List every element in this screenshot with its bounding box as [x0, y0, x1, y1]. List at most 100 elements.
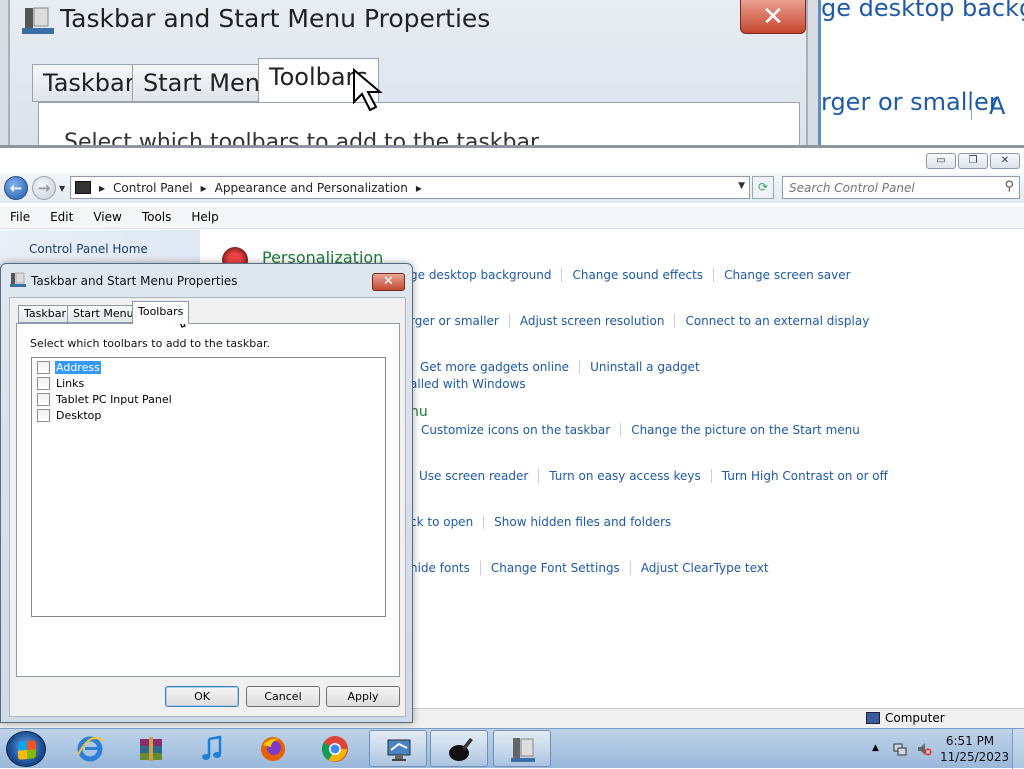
list-item[interactable]: Address [37, 359, 101, 375]
search-box: ⚲ [782, 176, 1020, 199]
taskbar: ▲ 6:51 PM 11/25/2023 [0, 728, 1024, 769]
clock-time: 6:51 PM [945, 734, 995, 748]
chevron-right-icon[interactable]: ▸ [99, 181, 105, 195]
chevron-right-icon[interactable]: ▸ [416, 181, 422, 195]
dialog-close-button[interactable]: ✕ [372, 273, 405, 291]
search-icon[interactable]: ⚲ [1004, 179, 1014, 194]
address-bar[interactable]: ▸ Control Panel ▸ Appearance and Persona… [70, 176, 750, 199]
taskbar-internet-explorer[interactable] [61, 730, 119, 767]
maximize-button[interactable]: ❐ [958, 153, 988, 169]
tab-taskbar[interactable]: Taskbar [18, 305, 72, 323]
network-icon[interactable] [892, 741, 908, 757]
address-dropdown-icon[interactable]: ▼ [738, 181, 745, 191]
taskbar-paint[interactable] [430, 730, 488, 767]
chrome-icon [321, 736, 348, 762]
taskbar-itunes[interactable] [183, 730, 241, 767]
menu-file[interactable]: File [0, 207, 40, 228]
link-desktop-background[interactable]: ge desktop background [400, 268, 563, 282]
link-sound-effects[interactable]: Change sound effects [562, 268, 715, 282]
zoom-right-content: ge desktop backgro rger or smaller A [818, 0, 1024, 145]
control-panel-home-link[interactable]: Control Panel Home [29, 242, 148, 256]
menu-edit[interactable]: Edit [40, 207, 83, 228]
link-easy-access-keys[interactable]: Turn on easy access keys [539, 469, 712, 483]
toolbars-list: Address Links Tablet PC Input Panel Desk… [31, 357, 386, 617]
taskbar-winrar[interactable] [122, 730, 180, 767]
list-item[interactable]: Links [37, 375, 85, 391]
link-cleartype[interactable]: Adjust ClearType text [631, 561, 779, 575]
breadcrumb-control-panel[interactable]: Control Panel [113, 181, 193, 195]
zoom-title: Taskbar and Start Menu Properties [60, 4, 491, 33]
link-hidden-files[interactable]: Show hidden files and folders [484, 515, 681, 529]
desktop-checkbox[interactable] [37, 408, 50, 422]
zoom-tab-taskbar: Taskbar [32, 64, 146, 102]
link-font-settings[interactable]: Change Font Settings [481, 561, 631, 575]
link-external-display[interactable]: Connect to an external display [675, 314, 879, 328]
address-checkbox[interactable] [37, 360, 50, 374]
itunes-icon [202, 735, 222, 760]
refresh-icon[interactable]: ⟳ [752, 176, 774, 199]
link-row-4: alled with Windows [400, 377, 536, 391]
minimize-button[interactable]: ▭ [926, 153, 956, 169]
link-larger-smaller[interactable]: rger or smaller [400, 314, 510, 328]
list-item[interactable]: Desktop [37, 407, 102, 423]
back-button[interactable]: ← [4, 176, 28, 200]
internet-explorer-icon [77, 736, 104, 762]
link-screen-saver[interactable]: Change screen saver [714, 268, 861, 282]
link-uninstall-gadget[interactable]: Uninstall a gadget [580, 360, 710, 374]
show-desktop-button[interactable] [1012, 729, 1024, 769]
link-row-3: Get more gadgets online Uninstall a gadg… [410, 360, 710, 374]
close-button[interactable]: ✕ [990, 153, 1020, 169]
zoom-instruction: Select which toolbars to add to the task… [64, 130, 540, 148]
recent-pages-icon[interactable]: ▼ [59, 184, 65, 193]
ok-button[interactable]: OK [165, 686, 239, 707]
zoom-right-link-1: ge desktop backgro [821, 0, 1024, 22]
list-item[interactable]: Tablet PC Input Panel [37, 391, 173, 407]
breadcrumb-appearance[interactable]: Appearance and Personalization [215, 181, 408, 195]
tablet-pc-checkbox[interactable] [37, 392, 50, 406]
link-high-contrast[interactable]: Turn High Contrast on or off [712, 469, 898, 483]
tablet-pc-label[interactable]: Tablet PC Input Panel [55, 393, 173, 406]
start-button[interactable] [6, 731, 46, 767]
zoomed-dialog: Taskbar and Start Menu Properties ✕ Task… [8, 0, 808, 148]
link-installed-windows[interactable]: alled with Windows [400, 377, 536, 391]
taskbar-properties-dialog: Taskbar and Start Menu Properties ✕ Task… [0, 263, 413, 723]
link-screen-resolution[interactable]: Adjust screen resolution [510, 314, 676, 328]
taskbar-remote-desktop[interactable] [369, 730, 427, 767]
dialog-body: Taskbar Start Menu Toolbars Select which… [9, 297, 406, 717]
firefox-icon [261, 737, 285, 761]
tab-start-menu[interactable]: Start Menu [67, 305, 140, 323]
link-row-1: ge desktop background Change sound effec… [400, 268, 861, 282]
clock[interactable]: 6:51 PM 11/25/2023 [940, 733, 1010, 765]
menu-help[interactable]: Help [181, 207, 228, 228]
navigation-bar: ← → ▼ ▸ Control Panel ▸ Appearance and P… [0, 173, 1024, 203]
volume-muted-icon[interactable] [916, 741, 932, 757]
control-panel-icon [75, 181, 91, 194]
clock-date: 11/25/2023 [940, 750, 1010, 764]
taskbar-taskbar-properties[interactable] [493, 730, 551, 767]
menu-view[interactable]: View [83, 207, 131, 228]
forward-button[interactable]: → [32, 176, 56, 200]
link-row-7: ck to open Show hidden files and folders [400, 515, 681, 529]
links-label[interactable]: Links [55, 377, 85, 390]
paint-icon [449, 738, 473, 761]
taskbar-firefox[interactable] [244, 730, 302, 767]
menu-tools[interactable]: Tools [132, 207, 182, 228]
desktop-label[interactable]: Desktop [55, 409, 102, 422]
search-input[interactable] [787, 178, 987, 197]
link-customize-icons[interactable]: Customize icons on the taskbar [411, 423, 622, 437]
menu-bar: File Edit View Tools Help [0, 207, 1024, 229]
apply-button[interactable]: Apply [326, 686, 400, 707]
link-screen-reader[interactable]: Use screen reader [409, 469, 540, 483]
taskbar-chrome[interactable] [306, 730, 364, 767]
address-label[interactable]: Address [55, 360, 101, 374]
cancel-button[interactable]: Cancel [246, 686, 320, 707]
link-change-start-picture[interactable]: Change the picture on the Start menu [621, 423, 870, 437]
show-hidden-icons-icon[interactable]: ▲ [872, 743, 879, 753]
chevron-right-icon[interactable]: ▸ [201, 181, 207, 195]
zoom-cursor-icon [353, 68, 383, 112]
links-checkbox[interactable] [37, 376, 50, 390]
tab-toolbars[interactable]: Toolbars [132, 301, 190, 324]
zoom-inset: Taskbar and Start Menu Properties ✕ Task… [0, 0, 1024, 148]
link-row-5: Customize icons on the taskbar Change th… [411, 423, 870, 437]
link-more-gadgets[interactable]: Get more gadgets online [410, 360, 581, 374]
